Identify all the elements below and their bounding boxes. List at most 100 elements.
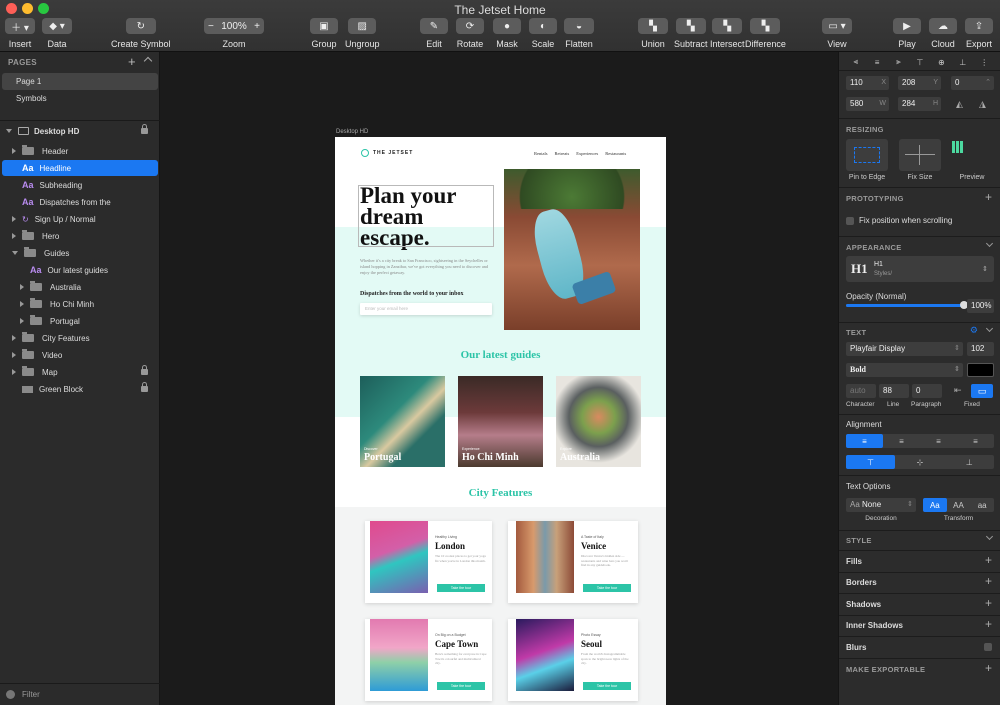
text-settings-gear-icon[interactable]: ⚙	[970, 325, 978, 336]
nav-retreats[interactable]: Retreats	[555, 151, 570, 156]
font-family-select[interactable]: Playfair Display ⇕	[846, 342, 963, 356]
layer-hero[interactable]: Hero	[2, 228, 158, 244]
disclosure-triangle-icon[interactable]	[12, 216, 16, 222]
layer-guides[interactable]: Guides	[2, 245, 158, 261]
layer-green-block[interactable]: Green Block	[2, 381, 158, 397]
text-chevron-icon[interactable]	[985, 324, 994, 333]
disclosure-triangle-icon[interactable]	[12, 233, 16, 239]
lock-icon[interactable]	[141, 365, 148, 375]
align-text-center-icon[interactable]: ≡	[883, 434, 920, 448]
transform-uppercase[interactable]: AA	[947, 498, 971, 512]
mask-button[interactable]: ● Mask	[493, 18, 521, 49]
align-left-icon[interactable]: ⫷	[845, 55, 866, 69]
feature-card-cape-town[interactable]: On Big on a Budget Cape Town Here's some…	[365, 619, 492, 701]
layer-sign-up[interactable]: ↻ Sign Up / Normal	[2, 211, 158, 227]
distribute-icon[interactable]: ⋮	[974, 55, 995, 69]
difference-button[interactable]: ▚ Difference	[745, 18, 786, 49]
layer-our-latest-guides[interactable]: Aa Our latest guides	[2, 262, 158, 278]
add-prototyping-icon[interactable]: +	[985, 191, 992, 203]
create-symbol-button[interactable]: ↻ Create Symbol	[111, 18, 171, 49]
layer-map[interactable]: Map	[2, 364, 158, 380]
add-page-icon[interactable]: +	[128, 54, 136, 69]
layer-portugal[interactable]: Portugal	[2, 313, 158, 329]
appearance-chevron-icon[interactable]	[985, 239, 994, 248]
flip-horizontal-icon[interactable]: ◭	[956, 99, 963, 110]
layer-header[interactable]: Header	[2, 143, 158, 159]
transform-none[interactable]: Aa	[923, 498, 947, 512]
width-field[interactable]: 580 W	[846, 97, 889, 111]
layer-artboard-desktop-hd[interactable]: Desktop HD	[2, 123, 158, 139]
flatten-button[interactable]: ◒ Flatten	[564, 18, 594, 49]
align-bottom-icon[interactable]: ⊥	[952, 55, 973, 69]
nav-restaurants[interactable]: Restaurants	[605, 151, 626, 156]
decoration-select[interactable]: Aa None ⇕	[846, 498, 916, 512]
zoom-control[interactable]: −100% + Zoom	[204, 18, 264, 49]
x-field[interactable]: 110 X	[846, 76, 889, 90]
subheading[interactable]: Whether it's a city break to San Francis…	[360, 258, 495, 276]
cloud-button[interactable]: ☁ Cloud	[929, 18, 957, 49]
align-middle-icon[interactable]: ⊕	[931, 55, 952, 69]
align-top-icon[interactable]: ⊤	[909, 55, 930, 69]
disclosure-triangle-icon[interactable]	[12, 251, 18, 255]
brand-logo[interactable]: THE JETSET	[361, 149, 413, 157]
layer-ho-chi-minh[interactable]: Ho Chi Minh	[2, 296, 158, 312]
email-signup-input[interactable]: Enter your email here	[360, 303, 492, 315]
disclosure-triangle-icon[interactable]	[20, 301, 24, 307]
flip-vertical-icon[interactable]: ◮	[979, 99, 986, 110]
add-fill-icon[interactable]: +	[985, 554, 992, 566]
text-style-select[interactable]: H1 H1 Styles/ ⇕	[846, 256, 994, 282]
disclosure-triangle-icon[interactable]	[12, 369, 16, 375]
disclosure-triangle-icon[interactable]	[6, 129, 12, 133]
export-button[interactable]: ⇪ Export	[965, 18, 993, 49]
dispatches-heading[interactable]: Dispatches from the world to your inbox	[360, 291, 463, 297]
opacity-field[interactable]: 100%	[967, 299, 994, 313]
lock-icon[interactable]	[141, 124, 148, 134]
rotate-button[interactable]: ⟳ Rotate	[456, 18, 484, 49]
nav-rentals[interactable]: Rentals	[534, 151, 548, 156]
feature-card-venice[interactable]: A Taste of Italy Venice Discover Venice'…	[508, 521, 638, 603]
pin-to-edge-control[interactable]	[846, 139, 888, 171]
paragraph-spacing-field[interactable]: 0	[912, 384, 942, 398]
feature-card-seoul[interactable]: Photo Essay Seoul From the world's Insta…	[508, 619, 638, 701]
align-text-justify-icon[interactable]: ≡	[957, 434, 994, 448]
zoom-out-icon[interactable]: −	[208, 21, 214, 32]
align-text-left-icon[interactable]: ≡	[846, 434, 883, 448]
guide-card-ho-chi-minh[interactable]: Experience Ho Chi Minh	[458, 376, 543, 467]
style-chevron-icon[interactable]	[985, 532, 994, 541]
intersect-button[interactable]: ▚ Intersect	[710, 18, 745, 49]
add-inner-shadow-icon[interactable]: +	[985, 618, 992, 630]
blur-toggle-checkbox[interactable]	[984, 643, 992, 651]
guides-title[interactable]: Our latest guides	[335, 349, 666, 361]
insert-button[interactable]: ＋ ▾ Insert	[5, 18, 35, 49]
artboard-label[interactable]: Desktop HD	[336, 129, 368, 135]
collapse-pages-icon[interactable]	[143, 56, 153, 66]
height-field[interactable]: 284 H	[898, 97, 941, 111]
page-item-symbols[interactable]: Symbols	[2, 90, 158, 107]
align-text-middle-icon[interactable]: ⊹	[895, 455, 944, 469]
align-right-icon[interactable]: ⫸	[888, 55, 909, 69]
take-the-tour-button[interactable]: Take the tour	[437, 584, 485, 592]
line-height-field[interactable]: 88	[879, 384, 909, 398]
disclosure-triangle-icon[interactable]	[12, 148, 16, 154]
text-color-swatch[interactable]	[967, 363, 994, 377]
ungroup-button[interactable]: ▨ Ungroup	[345, 18, 380, 49]
add-shadow-icon[interactable]: +	[985, 597, 992, 609]
disclosure-triangle-icon[interactable]	[12, 352, 16, 358]
layer-subheading[interactable]: Aa Subheading	[2, 177, 158, 193]
edit-button[interactable]: ✎ Edit	[420, 18, 448, 49]
auto-width-icon[interactable]: ⇤	[954, 385, 962, 396]
play-button[interactable]: ▶ Play	[893, 18, 921, 49]
transform-lowercase[interactable]: aa	[970, 498, 994, 512]
view-button[interactable]: ▭ ▾ View	[822, 18, 852, 49]
guide-card-portugal[interactable]: Discover Portugal	[360, 376, 445, 467]
y-field[interactable]: 208 Y	[898, 76, 941, 90]
layer-dispatches[interactable]: Aa Dispatches from the	[2, 194, 158, 210]
scale-button[interactable]: ◐ Scale	[529, 18, 557, 49]
fixed-width-icon[interactable]: ▭	[971, 384, 993, 398]
align-text-bottom-icon[interactable]: ⊥	[945, 455, 994, 469]
hero-image[interactable]	[504, 169, 640, 330]
feature-card-london[interactable]: Healthy Living London The 10 coolest pla…	[365, 521, 492, 603]
disclosure-triangle-icon[interactable]	[20, 284, 24, 290]
add-export-icon[interactable]: +	[985, 662, 992, 674]
layer-headline[interactable]: Aa Headline	[2, 160, 158, 176]
